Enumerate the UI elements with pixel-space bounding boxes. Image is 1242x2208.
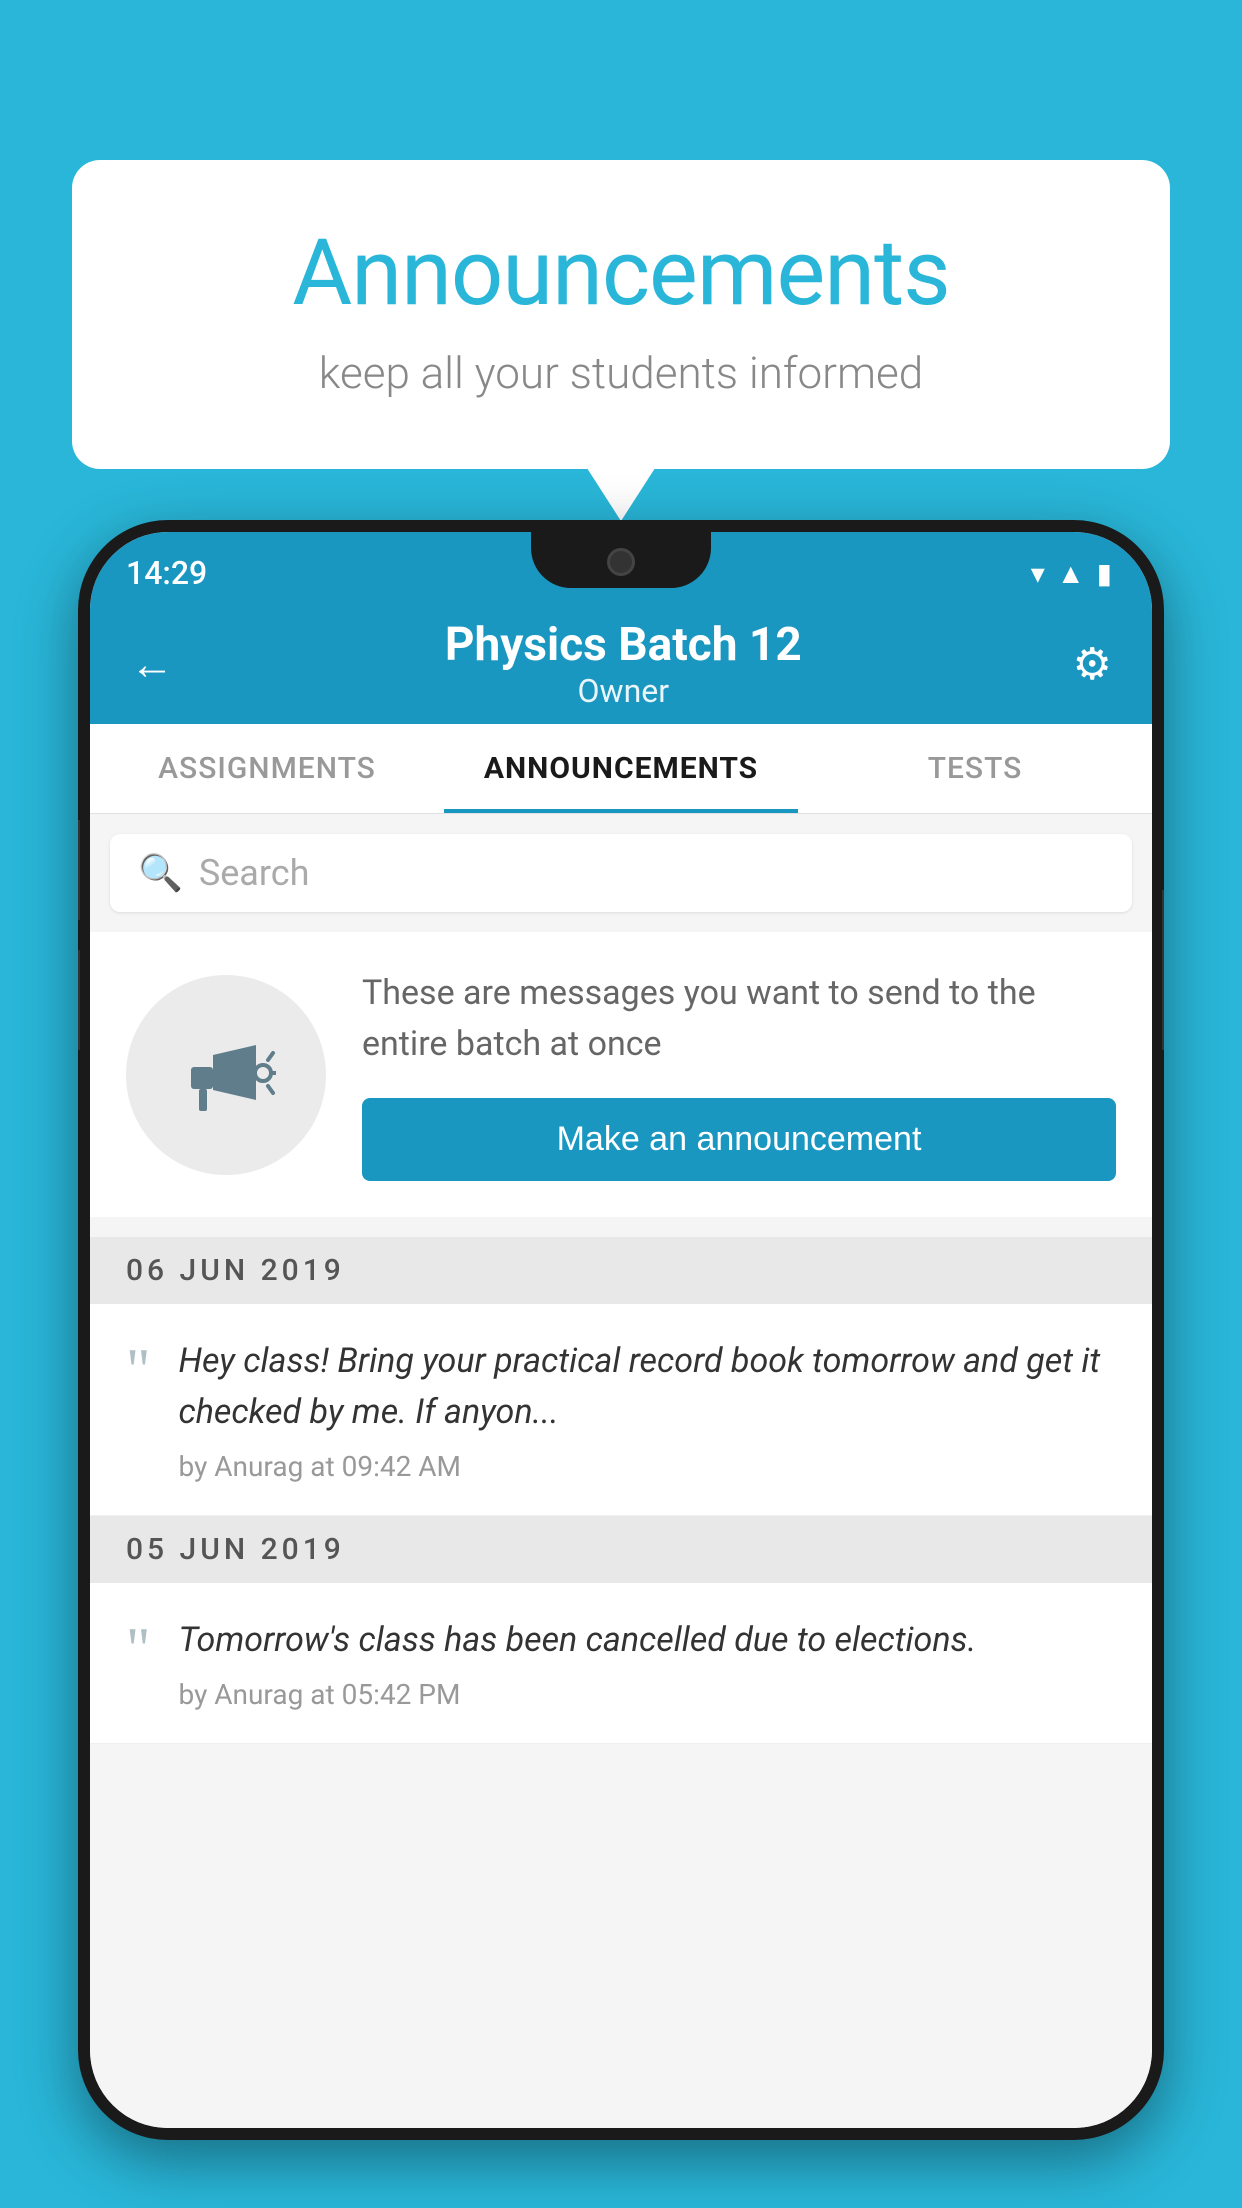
- header-title: Physics Batch 12: [445, 618, 802, 672]
- phone-frame: 14:29 ▾ ▲ ▮ ← Physics Batch 12 Owner ⚙: [78, 520, 1164, 2140]
- status-time: 14:29: [126, 554, 207, 592]
- volume-down-button[interactable]: [78, 950, 80, 1050]
- status-icons: ▾ ▲ ▮: [1031, 557, 1112, 590]
- header-subtitle: Owner: [445, 672, 802, 710]
- search-input[interactable]: Search: [199, 852, 310, 894]
- quote-icon-2: ": [126, 1619, 151, 1679]
- announcement-meta-2: by Anurag at 05:42 PM: [179, 1678, 1117, 1711]
- bubble-subtitle: keep all your students informed: [152, 347, 1090, 399]
- phone-screen: 14:29 ▾ ▲ ▮ ← Physics Batch 12 Owner ⚙: [90, 532, 1152, 2128]
- volume-up-button[interactable]: [78, 820, 80, 920]
- tab-tests[interactable]: TESTS: [798, 724, 1152, 813]
- wifi-icon: ▾: [1031, 557, 1045, 590]
- settings-icon[interactable]: ⚙: [1073, 638, 1112, 690]
- announcement-item-2[interactable]: " Tomorrow's class has been cancelled du…: [90, 1583, 1152, 1744]
- announcement-item-1[interactable]: " Hey class! Bring your practical record…: [90, 1304, 1152, 1516]
- announcement-text-2: Tomorrow's class has been cancelled due …: [179, 1615, 1117, 1666]
- tab-bar: ASSIGNMENTS ANNOUNCEMENTS TESTS: [90, 724, 1152, 814]
- bubble-title: Announcements: [152, 220, 1090, 327]
- tab-announcements[interactable]: ANNOUNCEMENTS: [444, 724, 798, 813]
- announcement-text-1: Hey class! Bring your practical record b…: [179, 1336, 1117, 1438]
- header-title-group: Physics Batch 12 Owner: [445, 618, 802, 710]
- front-camera: [607, 548, 635, 576]
- battery-icon: ▮: [1097, 557, 1112, 590]
- announcement-icon-circle: [126, 975, 326, 1175]
- phone-notch: [531, 532, 711, 588]
- announcement-content-2: Tomorrow's class has been cancelled due …: [179, 1615, 1117, 1711]
- power-button[interactable]: [1162, 890, 1164, 1050]
- search-icon: 🔍: [138, 852, 183, 894]
- search-bar[interactable]: 🔍 Search: [110, 834, 1132, 912]
- date-divider-1: 06 JUN 2019: [90, 1237, 1152, 1304]
- date-divider-2: 05 JUN 2019: [90, 1516, 1152, 1583]
- announcement-meta-1: by Anurag at 09:42 AM: [179, 1450, 1117, 1483]
- intro-description: These are messages you want to send to t…: [362, 968, 1116, 1070]
- make-announcement-button[interactable]: Make an announcement: [362, 1098, 1116, 1181]
- announcement-content-1: Hey class! Bring your practical record b…: [179, 1336, 1117, 1483]
- megaphone-icon: [176, 1025, 276, 1125]
- speech-bubble-card: Announcements keep all your students inf…: [72, 160, 1170, 469]
- quote-icon-1: ": [126, 1340, 151, 1400]
- content-area: 🔍 Search: [90, 814, 1152, 2128]
- back-button[interactable]: ←: [130, 638, 174, 690]
- app-header: ← Physics Batch 12 Owner ⚙: [90, 604, 1152, 724]
- signal-icon: ▲: [1057, 557, 1085, 590]
- intro-right: These are messages you want to send to t…: [362, 968, 1116, 1181]
- intro-card: These are messages you want to send to t…: [90, 932, 1152, 1217]
- phone-mockup: 14:29 ▾ ▲ ▮ ← Physics Batch 12 Owner ⚙: [78, 520, 1164, 2208]
- speech-bubble-section: Announcements keep all your students inf…: [72, 160, 1170, 469]
- tab-assignments[interactable]: ASSIGNMENTS: [90, 724, 444, 813]
